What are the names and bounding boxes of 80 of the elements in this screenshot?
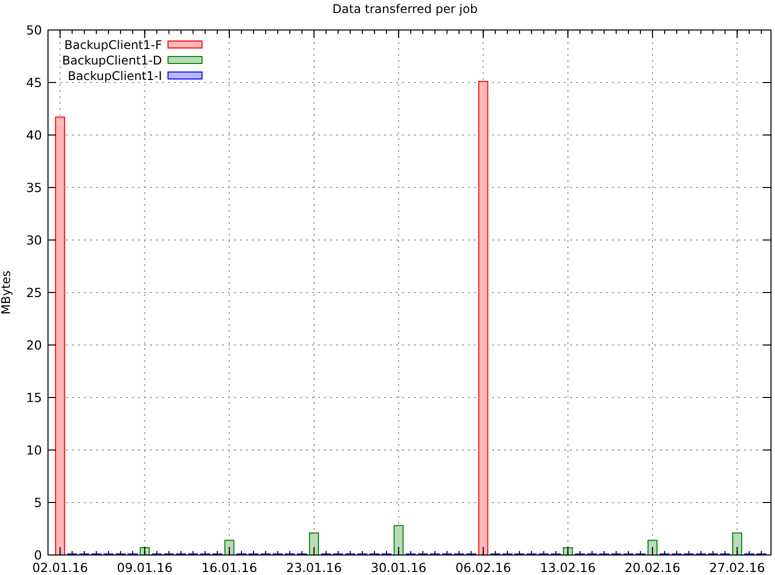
bar <box>490 553 500 556</box>
bar <box>224 540 234 556</box>
bar <box>357 553 368 556</box>
bar <box>732 532 742 556</box>
bar <box>611 553 622 556</box>
bar <box>550 553 561 556</box>
x-tick-label: 13.02.16 <box>540 560 596 575</box>
y-tick-label: 30 <box>26 232 42 248</box>
bar <box>660 553 670 556</box>
bar <box>538 553 549 556</box>
y-tick-label: 50 <box>26 22 42 38</box>
bar <box>260 553 271 556</box>
bar <box>744 553 754 556</box>
bar <box>623 553 634 556</box>
bar <box>200 553 210 556</box>
bar <box>635 553 646 556</box>
bar <box>321 553 332 556</box>
bar <box>345 553 356 556</box>
x-tick-label: 06.02.16 <box>455 560 512 575</box>
chart-title: Data transferred per job <box>332 2 478 16</box>
bar <box>308 532 319 556</box>
x-tick-label: 30.01.16 <box>370 560 426 575</box>
y-tick-label: 15 <box>26 390 42 405</box>
bar <box>164 553 174 556</box>
y-tick-label: 20 <box>26 338 42 352</box>
bar <box>212 553 222 556</box>
y-axis-label: MBytes <box>0 270 13 315</box>
bar <box>296 553 307 556</box>
bar <box>756 553 766 556</box>
x-tick-label: 09.01.16 <box>116 560 173 575</box>
bar <box>394 525 404 556</box>
bar <box>684 553 694 556</box>
y-tick-label: 25 <box>26 285 42 300</box>
bar <box>502 553 512 556</box>
legend-label: BackupClient1-F <box>64 38 162 52</box>
bar <box>418 553 428 556</box>
bar <box>454 553 464 556</box>
bar <box>587 553 598 556</box>
x-tick-label: 20.02.16 <box>624 560 680 575</box>
y-tick-label: 0 <box>34 548 42 562</box>
bar <box>103 553 114 556</box>
bar <box>672 553 682 556</box>
bar <box>599 553 610 556</box>
legend-label: BackupClient1-I <box>68 69 162 83</box>
bar <box>284 553 295 556</box>
bar <box>188 553 198 556</box>
y-tick-label: 35 <box>26 180 42 195</box>
bar <box>333 553 344 556</box>
bar <box>648 540 658 556</box>
x-tick-label: 23.01.16 <box>286 560 342 575</box>
bar <box>272 553 283 556</box>
bar <box>116 553 126 556</box>
x-tick-label: 16.01.16 <box>202 560 258 575</box>
bar <box>526 553 537 556</box>
bar <box>442 553 452 556</box>
bar <box>128 553 138 556</box>
y-tick-label: 10 <box>26 442 42 458</box>
bar <box>406 553 416 556</box>
bar <box>248 553 259 556</box>
bar <box>696 553 706 556</box>
bar <box>382 553 392 556</box>
bar <box>574 553 585 556</box>
y-tick-label: 45 <box>26 75 42 90</box>
y-tick-label: 40 <box>26 128 42 142</box>
bar <box>369 553 380 556</box>
legend-label: BackupClient1-D <box>62 54 162 68</box>
y-tick-label: 5 <box>34 495 42 510</box>
bar <box>67 553 78 556</box>
bar <box>466 553 476 556</box>
bar <box>91 553 102 556</box>
x-tick-label: 27.02.16 <box>709 560 765 575</box>
bar <box>79 553 90 556</box>
x-tick-label: 02.01.16 <box>32 560 88 575</box>
bar <box>430 553 440 556</box>
bar <box>708 553 718 556</box>
bar <box>176 553 186 556</box>
bar <box>236 553 246 556</box>
bar <box>514 553 525 556</box>
bar <box>720 553 730 556</box>
bar <box>152 553 162 556</box>
